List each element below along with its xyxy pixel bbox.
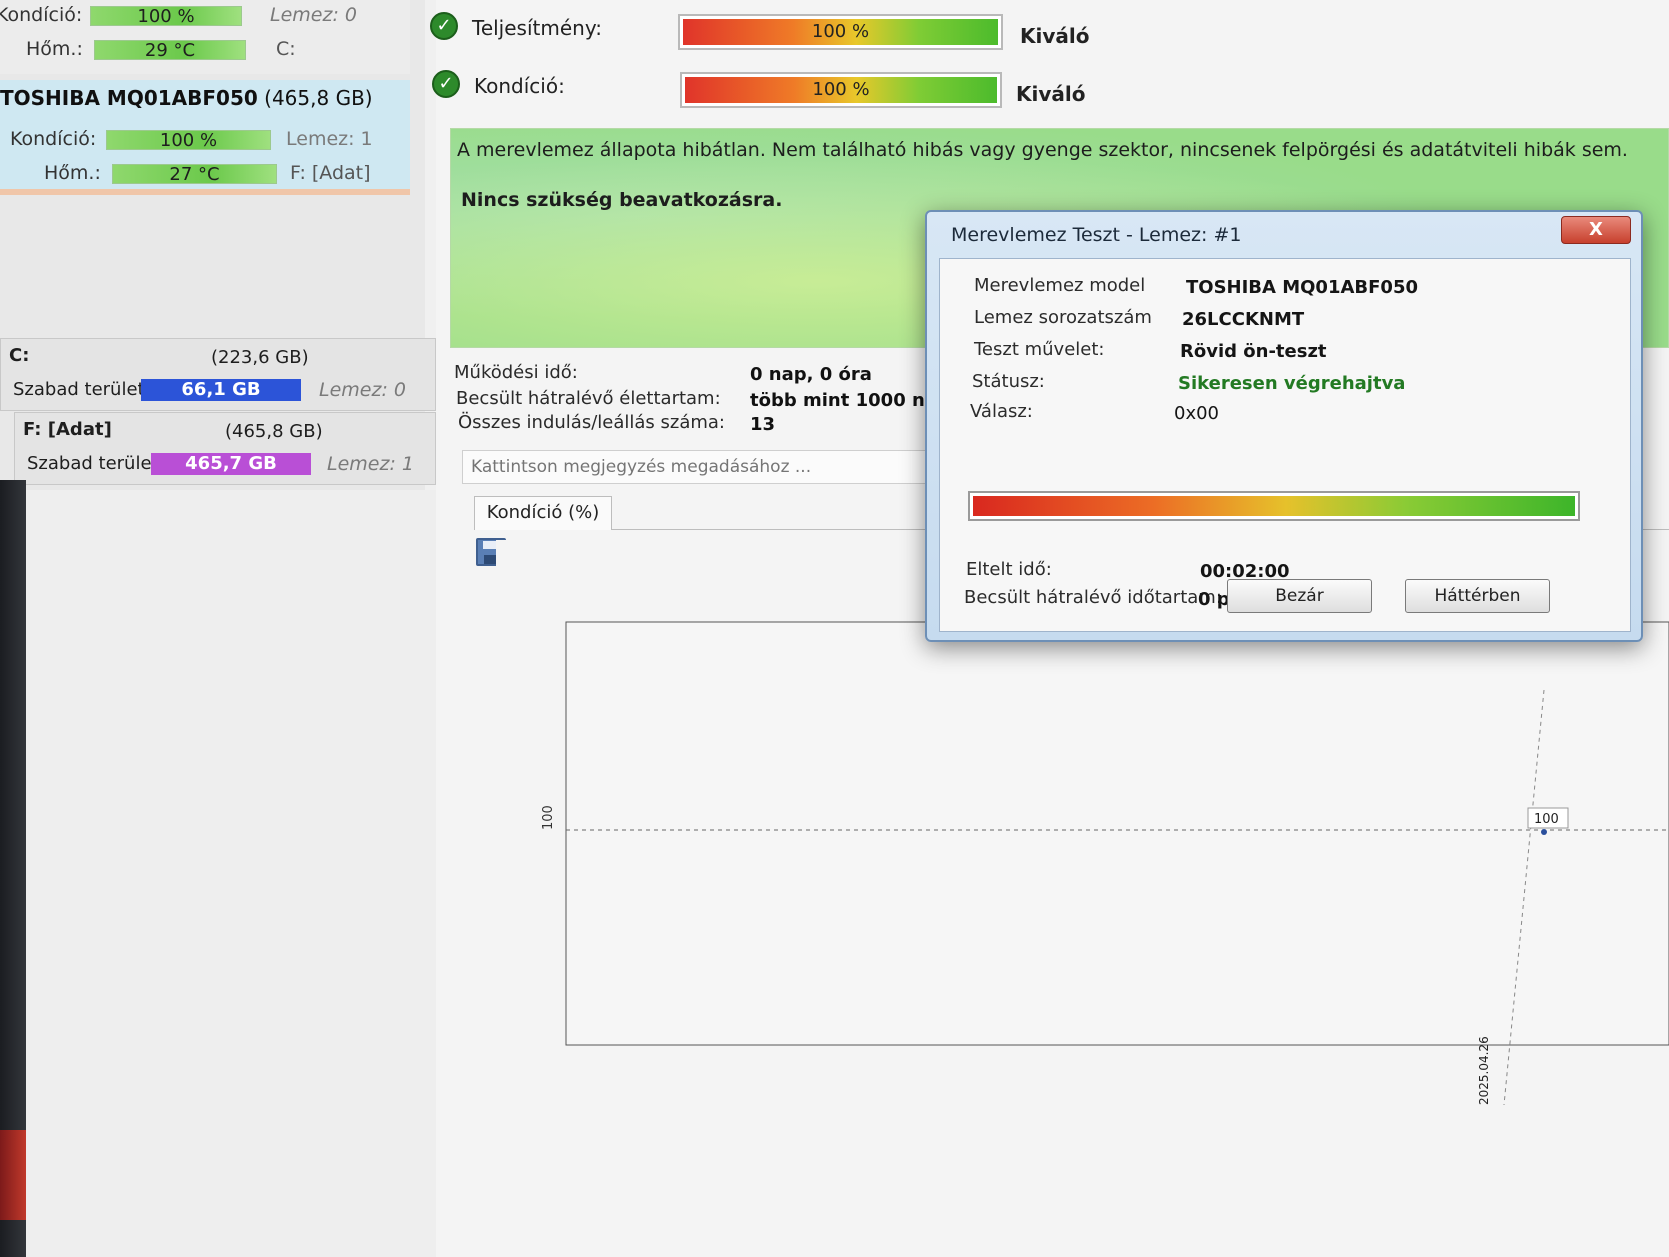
disk-index: Lemez: 1 (327, 453, 414, 475)
serial-value: 26LCCKNMT (1182, 309, 1305, 330)
health-label: Kondíció: (474, 74, 565, 98)
temp-label: Hőm.: (44, 162, 101, 184)
check-icon: ✓ (432, 70, 460, 98)
free-space-label: Szabad terület (13, 379, 145, 400)
temp-bar: 29 °C (94, 40, 246, 60)
tab-health-percent[interactable]: Kondíció (%) (474, 496, 612, 530)
status-label: Státusz: (972, 371, 1045, 392)
performance-label: Teljesítmény: (472, 16, 602, 40)
serial-label: Lemez sorozatszám (974, 307, 1152, 328)
response-value: 0x00 (1174, 403, 1220, 424)
volume-name: C: (9, 345, 30, 366)
test-progress-bar (968, 491, 1580, 521)
monitor-bezel-object (0, 1130, 26, 1220)
disk-index: Lemez: 0 (319, 379, 406, 401)
disk-0-summary[interactable]: Kondíció: 100 % Lemez: 0 Hőm.: 29 °C C: (0, 0, 410, 74)
performance-bar-fill: 100 % (683, 19, 998, 45)
health-bar-fill: 100 % (685, 77, 997, 103)
disk-size: (465,8 GB) (264, 86, 373, 110)
health-bar: 100 % (680, 72, 1002, 108)
disk-list-panel: Kondíció: 100 % Lemez: 0 Hőm.: 29 °C C: … (0, 0, 436, 1257)
test-operation-label: Teszt művelet: (974, 339, 1105, 360)
temp-bar: 27 °C (112, 164, 277, 184)
data-point (1541, 829, 1547, 835)
power-on-time-label: Működési idő: (454, 362, 578, 383)
check-icon: ✓ (430, 12, 458, 40)
background-button[interactable]: Háttérben (1405, 579, 1550, 613)
remaining-label: Becsült hátralévő időtartam: (964, 587, 1222, 608)
performance-bar: 100 % (678, 14, 1003, 50)
volume-size: (223,6 GB) (211, 347, 309, 368)
start-stop-count-value: 13 (750, 414, 776, 435)
plot-frame (565, 621, 1669, 1046)
performance-rating: Kiváló (1020, 24, 1090, 48)
disk-model: TOSHIBA MQ01ABF050 (0, 86, 258, 110)
health-action: Nincs szükség beavatkozásra. (461, 189, 783, 211)
note-input[interactable] (462, 450, 982, 484)
disk-test-dialog: Merevlemez Teszt - Lemez: #1 X Merevleme… (925, 210, 1643, 642)
model-value: TOSHIBA MQ01ABF050 (1186, 277, 1419, 298)
health-chart-svg: 100 100 2025.04.26 (541, 621, 1669, 1106)
volume-f[interactable]: F: [Adat] (465,8 GB) Szabad terület 465,… (14, 412, 436, 485)
volume-name: F: [Adat] (23, 419, 112, 440)
test-operation-value: Rövid ön-teszt (1180, 341, 1327, 362)
free-space-label: Szabad terület (27, 453, 159, 474)
test-progress-fill (973, 496, 1575, 516)
x-tick-label: 2025.04.26 (1477, 1036, 1491, 1105)
y-tick-label: 100 (541, 805, 556, 830)
dialog-body: Merevlemez model TOSHIBA MQ01ABF050 Leme… (939, 258, 1631, 632)
health-bar: 100 % (90, 6, 242, 26)
screen: Kondíció: 100 % Lemez: 0 Hőm.: 29 °C C: … (0, 0, 1669, 1257)
volume-size: (465,8 GB) (225, 421, 323, 442)
health-bar: 100 % (106, 130, 271, 150)
free-space-bar: 465,7 GB (151, 453, 311, 475)
health-rating: Kiváló (1016, 82, 1086, 106)
free-space-bar: 66,1 GB (141, 379, 301, 401)
response-label: Válasz: (970, 401, 1033, 422)
disk-1-summary-selected[interactable]: TOSHIBA MQ01ABF050 (465,8 GB) Kondíció: … (0, 80, 410, 195)
start-stop-count-label: Összes indulás/leállás száma: (458, 412, 725, 433)
model-label: Merevlemez model (974, 275, 1146, 296)
health-label: Kondíció: (0, 4, 83, 26)
health-message: A merevlemez állapota hibátlan. Nem talá… (457, 139, 1628, 161)
volume-letter: C: (276, 38, 296, 60)
volume-c[interactable]: C: (223,6 GB) Szabad terület 66,1 GB Lem… (0, 338, 436, 411)
disk-index: Lemez: 1 (286, 128, 373, 150)
temp-label: Hőm.: (26, 38, 83, 60)
power-on-time-value: 0 nap, 0 óra (750, 364, 872, 385)
health-label: Kondíció: (10, 128, 97, 150)
elapsed-label: Eltelt idő: (966, 559, 1052, 580)
status-value: Sikeresen végrehajtva (1178, 373, 1406, 394)
dialog-title: Merevlemez Teszt - Lemez: #1 (951, 224, 1242, 246)
close-icon[interactable]: X (1561, 216, 1631, 244)
close-button[interactable]: Bezár (1227, 579, 1372, 613)
volume-letter: F: [Adat] (290, 162, 371, 184)
lifetime-value: több mint 1000 nap (750, 390, 950, 411)
left-empty-area (26, 490, 436, 1257)
disk-index: Lemez: 0 (270, 4, 357, 26)
data-label: 100 (1534, 812, 1559, 827)
lifetime-label: Becsült hátralévő élettartam: (456, 388, 721, 409)
health-chart: 100 100 2025.04.26 (496, 540, 1669, 1257)
